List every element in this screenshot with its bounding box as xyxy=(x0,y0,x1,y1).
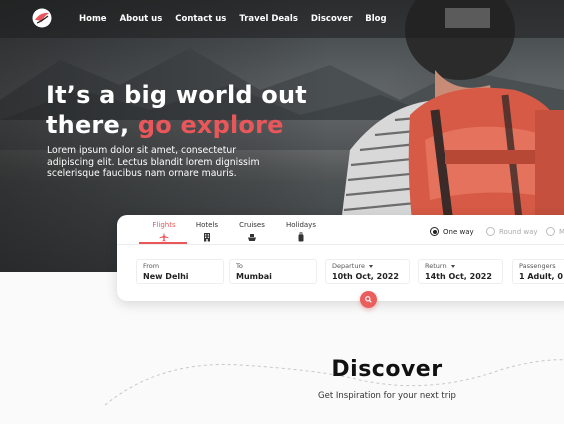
return-label: Return xyxy=(425,262,496,271)
trip-type-round-way-label: Round way xyxy=(499,227,538,236)
headline-line-1: It’s a big world out xyxy=(46,81,307,109)
to-field[interactable]: To Mumbai xyxy=(229,259,317,284)
page: Home About us Contact us Travel Deals Di… xyxy=(0,0,564,424)
return-value: 14th Oct, 2022 xyxy=(425,272,492,281)
ship-icon xyxy=(248,234,256,241)
trip-type-one-way[interactable]: One way xyxy=(430,227,474,236)
from-field[interactable]: From New Delhi xyxy=(136,259,224,284)
radio-unselected-icon xyxy=(486,227,495,236)
tab-divider xyxy=(117,244,564,245)
departure-field[interactable]: Departure 10th Oct, 2022 xyxy=(325,259,410,284)
discover-subtitle: Get Inspiration for your next trip xyxy=(318,391,456,401)
nav-link-contact-us[interactable]: Contact us xyxy=(175,14,226,24)
tab-hotels-label: Hotels xyxy=(195,221,219,229)
chevron-down-icon xyxy=(450,264,455,268)
headline-line-2: there, xyxy=(46,111,138,139)
nav-link-blog[interactable]: Blog xyxy=(365,14,386,24)
nav-link-travel-deals[interactable]: Travel Deals xyxy=(239,14,298,24)
trip-type-one-way-label: One way xyxy=(443,227,474,236)
return-field[interactable]: Return 14th Oct, 2022 xyxy=(418,259,503,284)
passengers-value: 1 Adult, 0 c xyxy=(519,272,564,281)
top-navbar: Home About us Contact us Travel Deals Di… xyxy=(0,0,564,38)
nav-link-discover[interactable]: Discover xyxy=(311,14,352,24)
radio-selected-icon xyxy=(430,227,439,236)
chevron-down-icon xyxy=(368,264,373,268)
departure-label: Departure xyxy=(332,262,403,271)
tab-cruises-label: Cruises xyxy=(239,221,265,229)
hero-description: Lorem ipsum dolor sit amet, consectetur … xyxy=(47,145,260,179)
to-label: To xyxy=(236,262,243,270)
suitcase-icon xyxy=(298,232,304,242)
trip-type-multi-city[interactable]: Mu xyxy=(546,227,564,236)
brand-logo-icon[interactable] xyxy=(32,8,52,28)
main-menu: Home About us Contact us Travel Deals Di… xyxy=(79,14,400,24)
from-value: New Delhi xyxy=(143,272,189,281)
nav-link-home[interactable]: Home xyxy=(79,14,107,24)
tab-holidays-label: Holidays xyxy=(286,221,316,229)
booking-search-card: Flights Hotels Cruises Holidays One way … xyxy=(117,215,564,301)
trip-type-round-way[interactable]: Round way xyxy=(486,227,538,236)
headline-accent: go explore xyxy=(137,111,284,139)
to-value: Mumbai xyxy=(236,272,272,281)
airplane-icon xyxy=(159,232,169,242)
passengers-label: Passengers xyxy=(519,262,556,270)
passengers-field[interactable]: Passengers 1 Adult, 0 c xyxy=(512,259,564,284)
hero-headline: It’s a big world out there, go explore xyxy=(46,80,316,140)
from-label: From xyxy=(143,262,160,270)
search-icon xyxy=(365,296,372,303)
hotel-icon xyxy=(204,233,210,242)
departure-value: 10th Oct, 2022 xyxy=(332,272,399,281)
radio-unselected-icon xyxy=(546,227,555,236)
discover-title: Discover xyxy=(331,357,443,382)
trip-type-multi-city-label: Mu xyxy=(559,227,564,236)
tab-flights-label: Flights xyxy=(152,221,176,229)
nav-link-about-us[interactable]: About us xyxy=(120,14,163,24)
search-button[interactable] xyxy=(360,291,377,308)
